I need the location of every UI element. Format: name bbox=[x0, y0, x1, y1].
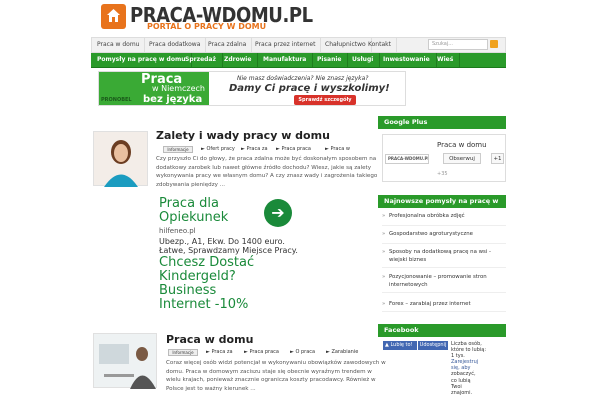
ad-text-1: Ubezp., A1, Ekw. Do 1400 euro. bbox=[159, 237, 285, 246]
woman-photo-icon bbox=[104, 140, 138, 187]
thumbs-up-icon: ▲ bbox=[385, 342, 389, 348]
sidebar-newest-item[interactable]: Gospodarstwo agroturystyczne bbox=[382, 230, 506, 244]
post-category-badge[interactable]: Informacje bbox=[163, 146, 193, 153]
ad-line-4: Internet -10% bbox=[159, 297, 249, 312]
post-tag[interactable]: ► Praca w bbox=[325, 146, 350, 153]
topnav-kontakt[interactable]: Kontakt bbox=[363, 38, 397, 52]
gnav-manufaktura[interactable]: Manufaktura bbox=[257, 53, 314, 67]
ad-url: hilfeneo.pl bbox=[159, 227, 196, 235]
ad-line-2: Kindergeld? bbox=[159, 269, 236, 284]
topnav-praca-dodatkowa[interactable]: Praca dodatkowa bbox=[144, 38, 207, 52]
sidebar-newest-item[interactable]: Forex – zarabiaj przez internet bbox=[382, 300, 506, 312]
sidebar-newest-item[interactable]: Sposoby na dodatkową pracę na wsi - wiej… bbox=[382, 248, 506, 268]
logo-subtitle: PORTAL O PRACY W DOMU bbox=[147, 22, 267, 31]
banner-bez-jezyka: bez języka bbox=[143, 94, 203, 105]
gnav-inwestowanie[interactable]: Inwestowanie bbox=[377, 53, 437, 67]
ad-line-1: Chcesz Dostać bbox=[159, 255, 255, 270]
gplus-widget: Praca w domu PRACA-WDOMU.PL Obserwuj +1 … bbox=[382, 134, 506, 182]
gnav-sprzedaz[interactable]: Sprzedaż bbox=[179, 53, 223, 67]
ad-headline-1: Praca dla bbox=[159, 196, 219, 211]
sidebar-newest-heading: Najnowsze pomysły na pracę w bbox=[378, 195, 506, 208]
topnav-praca-zdalna[interactable]: Praca zdalna bbox=[203, 38, 253, 52]
banner-question: Nie masz doświadczenia? Nie znasz języka… bbox=[237, 75, 369, 82]
post-tag[interactable]: ► Zarabianie bbox=[326, 349, 358, 356]
post-thumbnail[interactable] bbox=[93, 131, 148, 187]
search-input[interactable]: Szukaj... bbox=[428, 39, 488, 50]
post-tag[interactable]: ► Praca praca bbox=[244, 349, 279, 356]
post-excerpt: Czy przyszło Ci do głowy, że praca zdaln… bbox=[156, 156, 378, 188]
post-tag[interactable]: ► Praca za bbox=[241, 146, 268, 153]
ad-line-3: Business bbox=[159, 283, 217, 298]
house-icon bbox=[107, 9, 120, 22]
gplus-plus-one-button[interactable]: +1 bbox=[491, 153, 504, 164]
sidebar-gplus-heading: Google Plus bbox=[378, 116, 506, 129]
gplus-count: +35 bbox=[437, 171, 448, 177]
banner-button[interactable]: Sprawdź szczegóły bbox=[294, 95, 356, 105]
gnav-wies[interactable]: Wieś bbox=[431, 53, 461, 67]
post-tag[interactable]: ► Ofert pracy bbox=[201, 146, 235, 153]
banner-logo: PRONOBEL bbox=[101, 97, 132, 103]
gnav-uslugi[interactable]: Usługi bbox=[346, 53, 381, 67]
banner-niemczech: w Niemczech bbox=[152, 84, 205, 93]
search-icon[interactable] bbox=[490, 40, 498, 48]
gnav-pisanie[interactable]: Pisanie bbox=[311, 53, 349, 67]
banner-headline: Damy Ci pracę i wyszkolimy! bbox=[229, 83, 390, 94]
facebook-like-info: Liczba osób, które to lubią: 1 tys. Zare… bbox=[451, 341, 487, 396]
sidebar-facebook-heading: Facebook bbox=[378, 324, 506, 337]
post-thumbnail[interactable] bbox=[93, 333, 157, 389]
facebook-share-button[interactable]: Udostępnij bbox=[418, 341, 448, 350]
post-title[interactable]: Zalety i wady pracy w domu bbox=[156, 129, 330, 142]
ad-text-2: Łatwe, Sprawdzamy Miejsce Pracy. bbox=[159, 246, 298, 255]
laptop-photo-icon bbox=[99, 344, 156, 389]
gplus-logo: PRACA-WDOMU.PL bbox=[385, 154, 429, 164]
promo-banner[interactable]: Praca w Niemczech bez języka PRONOBEL Ni… bbox=[98, 71, 406, 106]
sidebar-newest-item[interactable]: Pozycjonowanie – promowanie stron intern… bbox=[382, 273, 506, 293]
gnav-zdrowie[interactable]: Zdrowie bbox=[218, 53, 259, 67]
post-title[interactable]: Praca w domu bbox=[166, 333, 253, 346]
arrow-right-icon[interactable]: ➔ bbox=[264, 199, 292, 227]
gplus-page-name[interactable]: Praca w domu bbox=[437, 141, 487, 149]
post-category-badge[interactable]: Informacje bbox=[168, 349, 198, 356]
ad-headline-2: Opiekunek bbox=[159, 210, 229, 225]
post-tag[interactable]: ► O praca bbox=[290, 349, 315, 356]
gplus-follow-button[interactable]: Obserwuj bbox=[443, 153, 481, 164]
gnav-pomysly[interactable]: Pomysły na pracę w domu bbox=[91, 53, 193, 67]
post-tag[interactable]: ► Praca za bbox=[206, 349, 233, 356]
topnav-praca-przez-internet[interactable]: Praca przez internet bbox=[250, 38, 322, 52]
post-tag[interactable]: ► Praca praca bbox=[276, 146, 311, 153]
post-excerpt: Coraz więcej osób widzi potencjał w wyko… bbox=[166, 360, 386, 392]
advertisement[interactable]: Praca dla Opiekunek ➔ hilfeneo.pl Ubezp.… bbox=[156, 190, 301, 315]
page: PRACA-WDOMU.PL PORTAL O PRACY W DOMU Pra… bbox=[0, 0, 600, 400]
topnav-praca-w-domu[interactable]: Praca w domu bbox=[92, 38, 146, 52]
category-navigation: Pomysły na pracę w domu Sprzedaż Zdrowie… bbox=[91, 53, 506, 68]
sidebar-newest-item[interactable]: Profesjonalna obróbka zdjęć bbox=[382, 212, 506, 226]
facebook-like-button[interactable]: ▲ Lubię to! bbox=[383, 341, 417, 350]
